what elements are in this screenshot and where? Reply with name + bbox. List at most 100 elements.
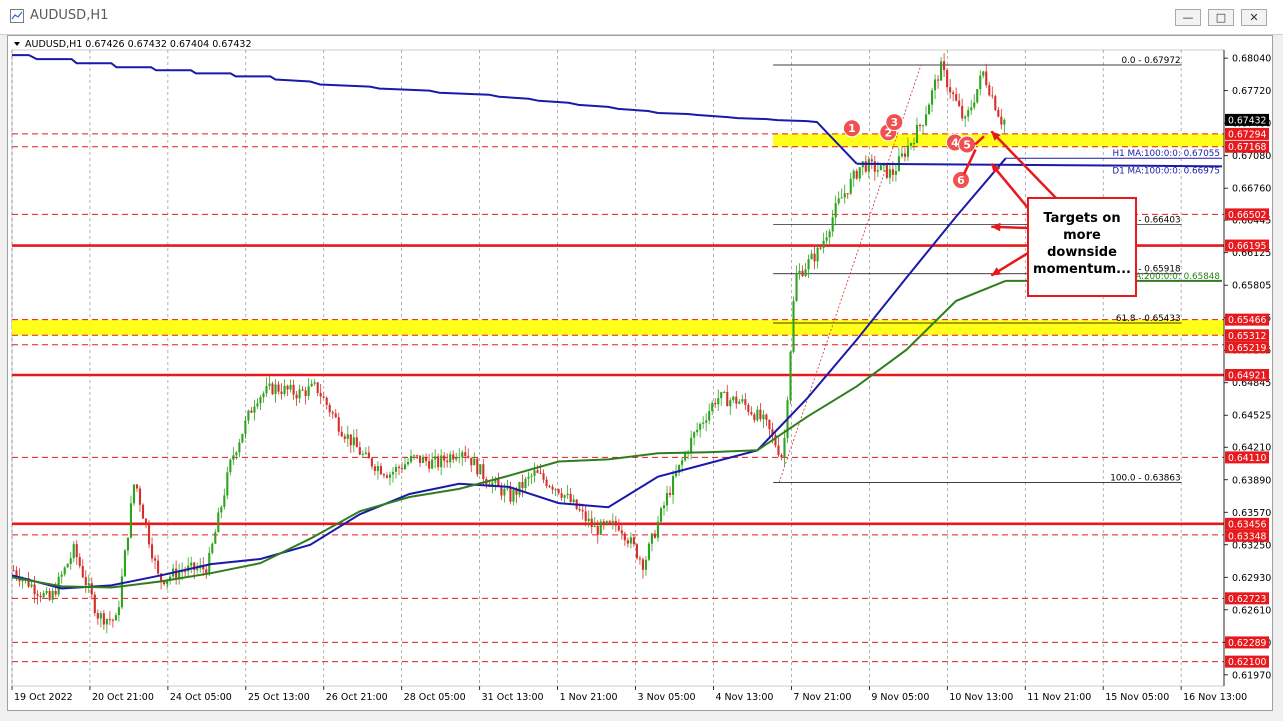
candle-body bbox=[792, 301, 795, 352]
candle-body bbox=[756, 409, 759, 421]
candle-body bbox=[129, 503, 133, 538]
price-chart[interactable]: 0.0 - 0.6797238.2 - 0.6640350.0 - 0.6591… bbox=[8, 36, 1272, 710]
candle-body bbox=[301, 389, 304, 391]
candle-body bbox=[406, 461, 410, 465]
candle-body bbox=[241, 433, 244, 443]
candle-body bbox=[349, 434, 352, 446]
candle-body bbox=[955, 94, 958, 101]
candle-body bbox=[934, 79, 937, 91]
candle-body bbox=[229, 459, 232, 473]
candle-body bbox=[629, 537, 632, 544]
chart-titlebar[interactable]: AUDUSD,H1 — □ ✕ bbox=[0, 0, 1283, 35]
candle-body bbox=[693, 432, 696, 438]
candle-body bbox=[328, 404, 331, 413]
candle-body bbox=[946, 70, 949, 88]
candle-body bbox=[717, 398, 720, 405]
candle-body bbox=[867, 159, 870, 172]
candle-body bbox=[557, 489, 560, 494]
candle-body bbox=[912, 142, 916, 144]
candle-body bbox=[741, 399, 744, 402]
candle-body bbox=[334, 413, 337, 418]
candle-body bbox=[452, 454, 455, 460]
candle-body bbox=[924, 114, 928, 126]
candle-body bbox=[894, 170, 897, 175]
candle-body bbox=[108, 619, 111, 621]
x-tick-label: 31 Oct 13:00 bbox=[482, 692, 544, 703]
candle-body bbox=[93, 594, 96, 614]
candle-body bbox=[994, 96, 997, 110]
candle-body bbox=[783, 437, 786, 458]
y-tick-label: 0.63570 bbox=[1232, 508, 1271, 519]
candle-body bbox=[72, 544, 75, 559]
candle-body bbox=[675, 472, 678, 477]
candle-body bbox=[870, 159, 873, 162]
candle-body bbox=[422, 457, 425, 463]
chart-area[interactable]: 0.0 - 0.67972 38.2 - 0.66403 50.0 - 0.6591… bbox=[7, 35, 1273, 711]
x-tick-label: 7 Nov 21:00 bbox=[793, 692, 851, 703]
candle-body bbox=[846, 193, 849, 195]
candle-body bbox=[708, 411, 711, 421]
candle-body bbox=[99, 613, 102, 619]
candle-body bbox=[126, 537, 130, 551]
candle-body bbox=[608, 521, 611, 523]
candle-body bbox=[271, 383, 274, 395]
candle-body bbox=[120, 576, 123, 608]
candle-body bbox=[1000, 116, 1003, 125]
candle-body bbox=[723, 392, 726, 394]
candle-body bbox=[223, 495, 226, 507]
marker-number: 1 bbox=[848, 122, 856, 135]
candle-body bbox=[810, 253, 813, 260]
maximize-button[interactable]: □ bbox=[1208, 9, 1234, 26]
candle-body bbox=[446, 460, 449, 463]
candle-body bbox=[175, 568, 178, 579]
candle-body bbox=[726, 392, 729, 407]
candle-body bbox=[982, 71, 985, 76]
candle-body bbox=[985, 71, 988, 86]
candle-body bbox=[876, 170, 879, 172]
candle-body bbox=[307, 386, 310, 397]
candle-body bbox=[852, 170, 855, 179]
candle-body bbox=[819, 247, 822, 249]
candle-body bbox=[250, 410, 253, 413]
candle-body bbox=[665, 492, 669, 506]
y-tick-label: 0.68040 bbox=[1232, 54, 1271, 65]
candle-body bbox=[244, 420, 247, 434]
candle-body bbox=[443, 455, 446, 461]
candle-body bbox=[428, 461, 431, 469]
candle-body bbox=[355, 437, 358, 448]
candle-body bbox=[873, 161, 876, 172]
time-axis: 19 Oct 2022 20 Oct 21:00 24 Oct 05:00 25 Oc… bbox=[11, 686, 1247, 703]
price-tag-label: 0.64110 bbox=[1228, 453, 1267, 464]
candle-body bbox=[455, 457, 458, 460]
candle-body bbox=[75, 544, 78, 558]
collapse-arrow-icon[interactable] bbox=[14, 42, 20, 46]
candle-body bbox=[412, 455, 416, 457]
candle-body bbox=[376, 466, 379, 471]
candle-body bbox=[690, 437, 693, 453]
candle-body bbox=[394, 466, 398, 472]
candle-body bbox=[855, 170, 858, 179]
candle-body bbox=[798, 270, 801, 275]
marker-number: 5 bbox=[963, 138, 971, 151]
candle-body bbox=[45, 591, 48, 593]
candle-body bbox=[283, 385, 286, 395]
candle-body bbox=[48, 591, 51, 600]
candle-body bbox=[238, 442, 241, 453]
candle-body bbox=[699, 423, 702, 430]
candle-body bbox=[825, 237, 828, 241]
candle-body bbox=[277, 384, 280, 392]
candle-body bbox=[536, 470, 539, 473]
price-tag-label: 0.63348 bbox=[1228, 531, 1267, 542]
candle-body bbox=[144, 518, 148, 525]
candle-body bbox=[524, 478, 527, 489]
candle-body bbox=[837, 198, 840, 204]
candle-body bbox=[554, 489, 557, 491]
candle-body bbox=[33, 584, 36, 595]
close-button[interactable]: ✕ bbox=[1241, 9, 1267, 26]
price-tag-label: 0.65466 bbox=[1228, 315, 1267, 326]
candle-body bbox=[967, 110, 970, 117]
x-tick-label: 11 Nov 21:00 bbox=[1027, 692, 1091, 703]
candle-body bbox=[313, 382, 316, 384]
minimize-button[interactable]: — bbox=[1175, 9, 1201, 26]
candle-body bbox=[931, 90, 934, 105]
